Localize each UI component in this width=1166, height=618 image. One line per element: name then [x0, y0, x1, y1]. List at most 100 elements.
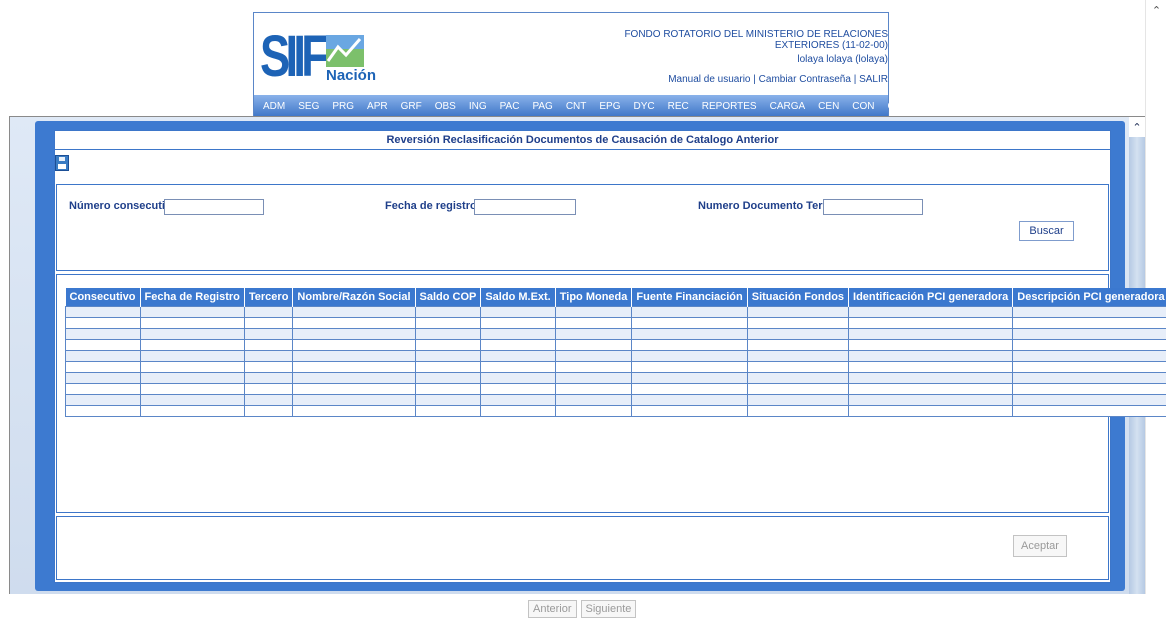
table-row[interactable] [66, 362, 1166, 373]
menu-item-grf[interactable]: GRF [401, 101, 422, 112]
table-cell [747, 373, 848, 384]
main-menu: ADM SEG PRG APR GRF OBS ING PAC PAG CNT … [254, 95, 888, 117]
form-content: Número consecutivo: Fecha de registro: N… [54, 149, 1111, 583]
table-cell [747, 329, 848, 340]
table-row[interactable] [66, 307, 1166, 318]
table-cell [632, 340, 747, 351]
table-row[interactable] [66, 329, 1166, 340]
table-cell [415, 307, 481, 318]
table-cell [66, 307, 141, 318]
table-row[interactable] [66, 351, 1166, 362]
table-cell [555, 373, 632, 384]
logout-link[interactable]: SALIR [859, 74, 888, 85]
col-nombre-razon-social[interactable]: Nombre/Razón Social [293, 288, 415, 307]
col-tipo-moneda[interactable]: Tipo Moneda [555, 288, 632, 307]
user-name: lolaya lolaya (lolaya) [588, 54, 888, 65]
table-cell [66, 373, 141, 384]
fecha-registro-input[interactable] [474, 199, 576, 215]
menu-item-prg[interactable]: PRG [332, 101, 354, 112]
floppy-disk-icon[interactable] [55, 155, 69, 171]
siguiente-button[interactable]: Siguiente [581, 600, 637, 618]
menu-item-cun[interactable]: CUN [888, 101, 910, 112]
menu-item-reportes[interactable]: REPORTES [702, 101, 757, 112]
menu-item-cnt[interactable]: CNT [566, 101, 587, 112]
table-cell [293, 406, 415, 417]
table-cell [415, 362, 481, 373]
menu-item-epg[interactable]: EPG [599, 101, 620, 112]
org-name-line1: FONDO ROTATORIO DEL MINISTERIO DE RELACI… [588, 29, 888, 40]
table-cell [244, 362, 293, 373]
table-cell [244, 373, 293, 384]
table-cell [244, 340, 293, 351]
table-row[interactable] [66, 384, 1166, 395]
menu-item-ing[interactable]: ING [469, 101, 487, 112]
table-row[interactable] [66, 318, 1166, 329]
table-cell [293, 340, 415, 351]
menu-item-cen[interactable]: CEN [818, 101, 839, 112]
col-consecutivo[interactable]: Consecutivo [66, 288, 141, 307]
table-row[interactable] [66, 373, 1166, 384]
chevron-up-icon[interactable]: ⌃ [1146, 0, 1166, 20]
table-cell [415, 329, 481, 340]
table-cell [140, 351, 244, 362]
col-identificacion-pci[interactable]: Identificación PCI generadora [849, 288, 1013, 307]
table-cell [293, 307, 415, 318]
results-panel: Consecutivo Fecha de Registro Tercero No… [56, 274, 1109, 513]
table-cell [1013, 384, 1166, 395]
table-cell [481, 362, 555, 373]
chevron-up-icon[interactable]: ⌃ [1129, 117, 1145, 137]
menu-item-pag[interactable]: PAG [532, 101, 552, 112]
table-row[interactable] [66, 340, 1166, 351]
table-cell [244, 384, 293, 395]
menu-item-pac[interactable]: PAC [500, 101, 520, 112]
col-fuente-financiacion[interactable]: Fuente Financiación [632, 288, 747, 307]
table-header-row: Consecutivo Fecha de Registro Tercero No… [66, 288, 1166, 307]
table-row[interactable] [66, 406, 1166, 417]
table-cell [555, 340, 632, 351]
table-cell [555, 351, 632, 362]
menu-item-adm[interactable]: ADM [263, 101, 285, 112]
menu-item-carga[interactable]: CARGA [770, 101, 806, 112]
results-table: Consecutivo Fecha de Registro Tercero No… [65, 288, 1166, 417]
aceptar-button[interactable]: Aceptar [1013, 535, 1067, 557]
change-password-link[interactable]: Cambiar Contraseña [759, 74, 851, 85]
link-separator: | [854, 74, 857, 85]
menu-item-rec[interactable]: REC [668, 101, 689, 112]
manual-link[interactable]: Manual de usuario [668, 74, 750, 85]
menu-item-dyc[interactable]: DYC [634, 101, 655, 112]
col-saldo-cop[interactable]: Saldo COP [415, 288, 481, 307]
tercero-input[interactable] [823, 199, 923, 215]
main-panel: Reversión Reclasificación Documentos de … [35, 121, 1125, 591]
table-cell [481, 373, 555, 384]
link-separator: | [753, 74, 756, 85]
buscar-button[interactable]: Buscar [1019, 221, 1074, 241]
anterior-button[interactable]: Anterior [528, 600, 577, 618]
menu-item-obs[interactable]: OBS [435, 101, 456, 112]
col-tercero[interactable]: Tercero [244, 288, 293, 307]
table-cell [632, 373, 747, 384]
table-cell [140, 384, 244, 395]
table-cell [1013, 395, 1166, 406]
col-saldo-mext[interactable]: Saldo M.Ext. [481, 288, 555, 307]
table-cell [632, 384, 747, 395]
table-cell [1013, 318, 1166, 329]
table-cell [1013, 373, 1166, 384]
menu-item-apr[interactable]: APR [367, 101, 388, 112]
col-fecha-registro[interactable]: Fecha de Registro [140, 288, 244, 307]
menu-item-seg[interactable]: SEG [298, 101, 319, 112]
table-cell [849, 351, 1013, 362]
org-info: FONDO ROTATORIO DEL MINISTERIO DE RELACI… [588, 29, 888, 65]
consecutivo-input[interactable] [164, 199, 264, 215]
col-descripcion-pci[interactable]: Descripción PCI generadora [1013, 288, 1166, 307]
table-cell [140, 362, 244, 373]
table-cell [849, 318, 1013, 329]
table-cell [1013, 351, 1166, 362]
logo-subtext: Nación [326, 67, 376, 84]
header-links: Manual de usuario | Cambiar Contraseña |… [668, 74, 888, 85]
logo-text: SIIF [260, 29, 324, 85]
col-situacion-fondos[interactable]: Situación Fondos [747, 288, 848, 307]
table-cell [140, 373, 244, 384]
table-cell [140, 307, 244, 318]
table-row[interactable] [66, 395, 1166, 406]
menu-item-con[interactable]: CON [852, 101, 874, 112]
